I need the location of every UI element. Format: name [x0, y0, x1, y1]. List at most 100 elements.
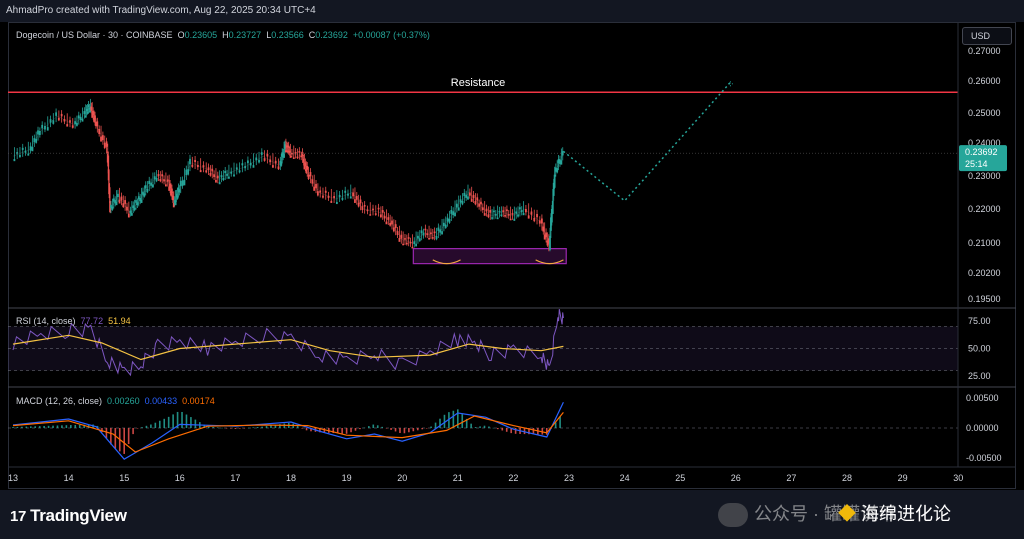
candle-body [235, 167, 238, 170]
candle-body [31, 146, 34, 152]
candle-body [71, 125, 74, 128]
candle-body [415, 243, 417, 247]
candle-body [292, 157, 295, 159]
rsi-tick-label: 50.00 [968, 344, 991, 354]
candle-body [489, 210, 492, 213]
candle-body [500, 214, 503, 217]
time-tick-label: 24 [620, 473, 630, 483]
time-tick-label: 13 [8, 473, 18, 483]
candle-body [553, 174, 556, 188]
candle-body [129, 210, 132, 214]
macd-histogram-bar [394, 428, 397, 432]
macd-histogram-bar [261, 426, 263, 428]
candle-body [330, 200, 333, 203]
candle-body [100, 136, 102, 142]
candle-body [407, 237, 410, 239]
candle-body [549, 235, 551, 250]
macd-histogram-bar [363, 427, 366, 429]
price-tick-label: 0.27000 [968, 46, 1001, 56]
candle-body [120, 196, 123, 201]
macd-histogram-bar [416, 428, 419, 431]
macd-histogram-bar [163, 418, 166, 428]
macd-histogram-bar [345, 428, 348, 434]
candle-body [372, 208, 374, 211]
candle-body [117, 193, 119, 198]
candle-body [174, 201, 177, 206]
price-tick-label: 0.25000 [968, 108, 1001, 118]
macd-tick-label: -0.00500 [966, 453, 1002, 463]
rsi-legend: RSI (14, close) 77.72 51.94 [16, 316, 131, 326]
candle-body [344, 190, 347, 193]
candle-body [178, 189, 181, 193]
candle-body [181, 180, 184, 186]
candle-body [274, 160, 277, 164]
wechat-icon [718, 503, 748, 528]
candle-body [60, 113, 63, 117]
candle-body [55, 112, 57, 116]
projection-target-icon: ⁘ [726, 80, 734, 91]
price-tick-label: 0.20200 [968, 268, 1001, 278]
tradingview-logo[interactable]: 17 TradingView [10, 506, 127, 526]
candle-body [530, 211, 533, 215]
macd-histogram-bar [243, 428, 246, 429]
time-tick-label: 27 [786, 473, 796, 483]
candle-body [374, 213, 377, 215]
chart-svg[interactable]: Resistance ⁘ 0.270000.260000.250000.24000… [0, 0, 1024, 539]
macd-histogram-bar [194, 419, 197, 428]
time-tick-label: 30 [953, 473, 963, 483]
time-tick-label: 22 [508, 473, 518, 483]
candle-body [354, 199, 356, 203]
candle-body [96, 121, 99, 127]
candle-body [233, 174, 235, 177]
currency-button[interactable]: USD [962, 27, 1012, 45]
open-label: O [177, 30, 185, 40]
time-tick-label: 28 [842, 473, 852, 483]
candle-body [222, 177, 225, 181]
macd-histogram-bar [234, 428, 237, 429]
rsi-ma-value: 51.94 [108, 316, 131, 326]
macd-histogram-bar [501, 428, 504, 431]
candle-body [136, 202, 139, 206]
candle-body [515, 211, 518, 214]
macd-histogram-bar [403, 428, 406, 434]
candle-body [347, 193, 349, 196]
candle-body [333, 196, 335, 199]
candle-body [556, 168, 559, 173]
time-tick-label: 20 [397, 473, 407, 483]
macd-tick-label: 0.00500 [966, 393, 999, 403]
candle-body [324, 190, 327, 193]
candle-body [140, 199, 143, 203]
candle-body [13, 159, 16, 162]
macd-histogram-bar [256, 427, 259, 428]
macd-histogram-bar [421, 428, 424, 430]
candle-body [150, 182, 152, 186]
candle-body [335, 201, 338, 205]
candle-body [101, 135, 104, 141]
candle-body [391, 220, 393, 225]
macd-histogram-bar [207, 426, 210, 428]
macd-signal-line [12, 412, 564, 453]
candle-body [130, 213, 133, 216]
macd-line [12, 401, 564, 460]
candle-body [341, 197, 344, 200]
macd-histogram-bar [123, 428, 125, 454]
candle-body [448, 218, 451, 223]
candle-body [313, 186, 316, 191]
macd-histogram-bar [354, 428, 357, 431]
candle-body [518, 207, 521, 210]
candle-body [38, 131, 41, 135]
tradingview-logo-icon: 17 [10, 508, 27, 525]
price-tick-label: 0.26000 [968, 76, 1001, 86]
macd-histogram-bar [127, 428, 130, 445]
candle-body [551, 200, 554, 214]
macd-histogram-bar [425, 428, 428, 429]
candle-body [29, 146, 32, 151]
candle-body [166, 179, 169, 182]
candle-body [211, 168, 214, 172]
candle-body [494, 214, 497, 216]
candle-body [472, 194, 475, 199]
macd-histogram-bar [399, 428, 401, 433]
candle-body [179, 180, 182, 187]
candle-body [155, 177, 158, 182]
macd-hist-value: 0.00260 [107, 396, 140, 406]
